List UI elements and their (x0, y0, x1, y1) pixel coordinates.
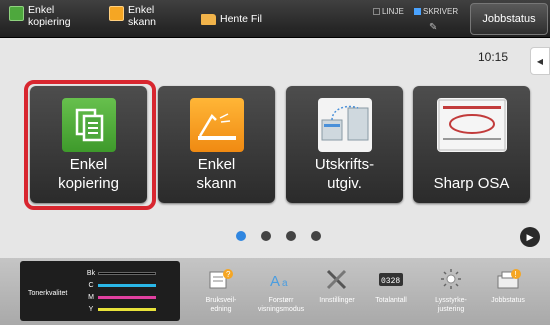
chevron-right-icon: ▶ (526, 231, 534, 242)
manual-button-label[interactable]: Bruksveil- edning (191, 296, 251, 314)
counter-button-label[interactable]: Totalantall (361, 296, 421, 305)
toner-level-panel: Tonerkvalitet Bk C M Y (20, 261, 180, 321)
printer-status: SKRIVER (414, 7, 458, 16)
toner-row-m: M (86, 294, 156, 301)
next-page-button[interactable]: ▶ (520, 227, 540, 247)
shortcut-retrieve-file[interactable]: Hente Fil (201, 4, 262, 36)
tile-print-release[interactable]: Utskrifts- utgiv. (286, 86, 403, 203)
toner-row-c: C (86, 282, 156, 289)
toner-bar-c (98, 284, 156, 287)
page-dot[interactable] (311, 231, 321, 241)
tile-simple-scan-label: Enkel skann (196, 156, 237, 192)
brightness-button-label[interactable]: Lysstyrke- justering (421, 296, 481, 314)
clock: 10:15 (478, 50, 509, 64)
svg-text:?: ? (226, 270, 231, 279)
toner-channel-label: M (88, 294, 94, 301)
shortcut-retrieve-file-label: Hente Fil (220, 13, 263, 25)
folder-icon (201, 14, 216, 25)
svg-text:0328: 0328 (381, 277, 400, 286)
toner-channel-label: Y (88, 306, 94, 313)
line-status-indicator (373, 8, 380, 15)
toner-bar-bk (98, 272, 156, 275)
page-dot[interactable] (286, 231, 296, 241)
side-panel-tab[interactable]: ◀ (530, 47, 550, 75)
tile-sharp-osa[interactable]: Sharp OSA (413, 86, 530, 203)
tile-print-release-label: Utskrifts- utgiv. (314, 156, 375, 192)
shortcut-simple-scan-label: Enkel skann (128, 4, 157, 28)
settings-tools-icon[interactable] (323, 268, 351, 290)
copy-icon (9, 6, 24, 21)
shortcut-simple-copy[interactable]: Enkel kopiering (9, 4, 71, 36)
svg-text:a: a (282, 278, 288, 289)
print-release-icon (317, 98, 372, 152)
toner-row-bk: Bk (86, 270, 156, 277)
chevron-left-icon: ◀ (536, 56, 544, 66)
selection-frame (24, 80, 156, 210)
svg-text:!: ! (515, 270, 517, 279)
shortcut-simple-scan[interactable]: Enkel skann (109, 4, 156, 36)
shortcut-simple-copy-label: Enkel kopiering (28, 4, 71, 28)
counter-icon[interactable]: 0328 (377, 268, 405, 290)
settings-button-label[interactable]: Innstillinger (307, 296, 367, 305)
maintenance-icon: ✎ (429, 22, 438, 33)
scan-icon (109, 6, 124, 21)
line-status: LINJE (373, 7, 404, 16)
toner-bar-m (98, 296, 156, 299)
job-status-button[interactable]: Jobbstatus (470, 3, 548, 35)
svg-text:A: A (270, 273, 280, 290)
page-indicator (236, 231, 321, 241)
toner-title: Tonerkvalitet (28, 290, 68, 297)
top-bar: Enkel kopiering Enkel skann Hente Fil LI… (0, 0, 550, 38)
tile-simple-scan[interactable]: Enkel skann (158, 86, 275, 203)
printer-status-indicator (414, 8, 421, 15)
line-status-label: LINJE (382, 7, 404, 16)
magnify-button-label[interactable]: Forstørr visningsmodus (251, 296, 311, 314)
toner-row-y: Y (86, 306, 156, 313)
toner-channel-label: C (88, 282, 94, 289)
brightness-icon[interactable] (437, 268, 465, 290)
page-dot[interactable] (236, 231, 246, 241)
scan-icon (189, 98, 244, 152)
toner-bar-y (98, 308, 156, 311)
page-dot[interactable] (261, 231, 271, 241)
job-status-icon[interactable]: ! (495, 268, 523, 290)
sharp-osa-icon (436, 98, 507, 152)
manual-icon[interactable]: ? (207, 268, 235, 290)
magnify-text-icon[interactable]: A a (268, 268, 296, 290)
tile-sharp-osa-label: Sharp OSA (433, 175, 510, 192)
job-status-bottom-label[interactable]: Jobbstatus (478, 296, 538, 305)
printer-status-label: SKRIVER (423, 7, 459, 16)
toner-channel-label: Bk (86, 270, 96, 277)
